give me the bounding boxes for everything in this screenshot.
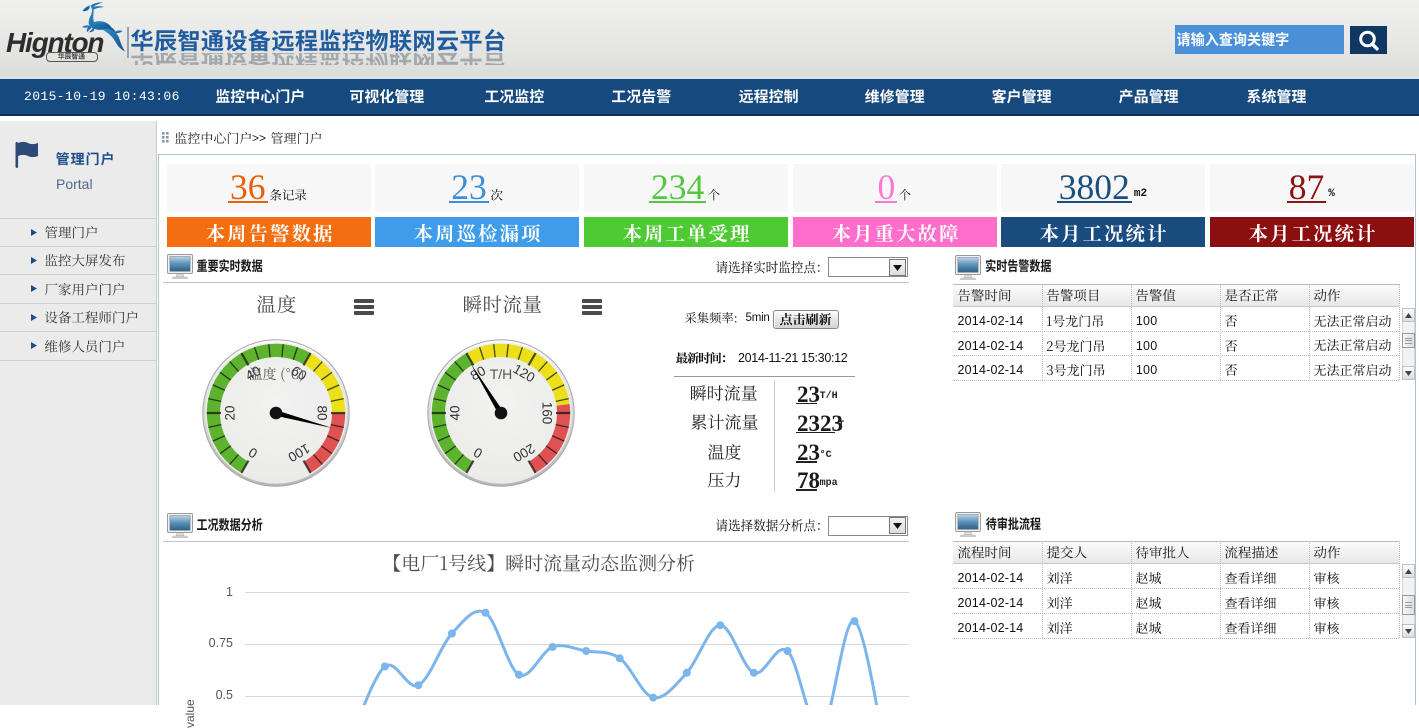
svg-text:20: 20 bbox=[223, 405, 238, 420]
svg-text:160: 160 bbox=[540, 402, 555, 425]
svg-text:80: 80 bbox=[315, 405, 330, 420]
svg-text:40: 40 bbox=[448, 405, 463, 420]
svg-text:T/H: T/H bbox=[490, 366, 513, 382]
